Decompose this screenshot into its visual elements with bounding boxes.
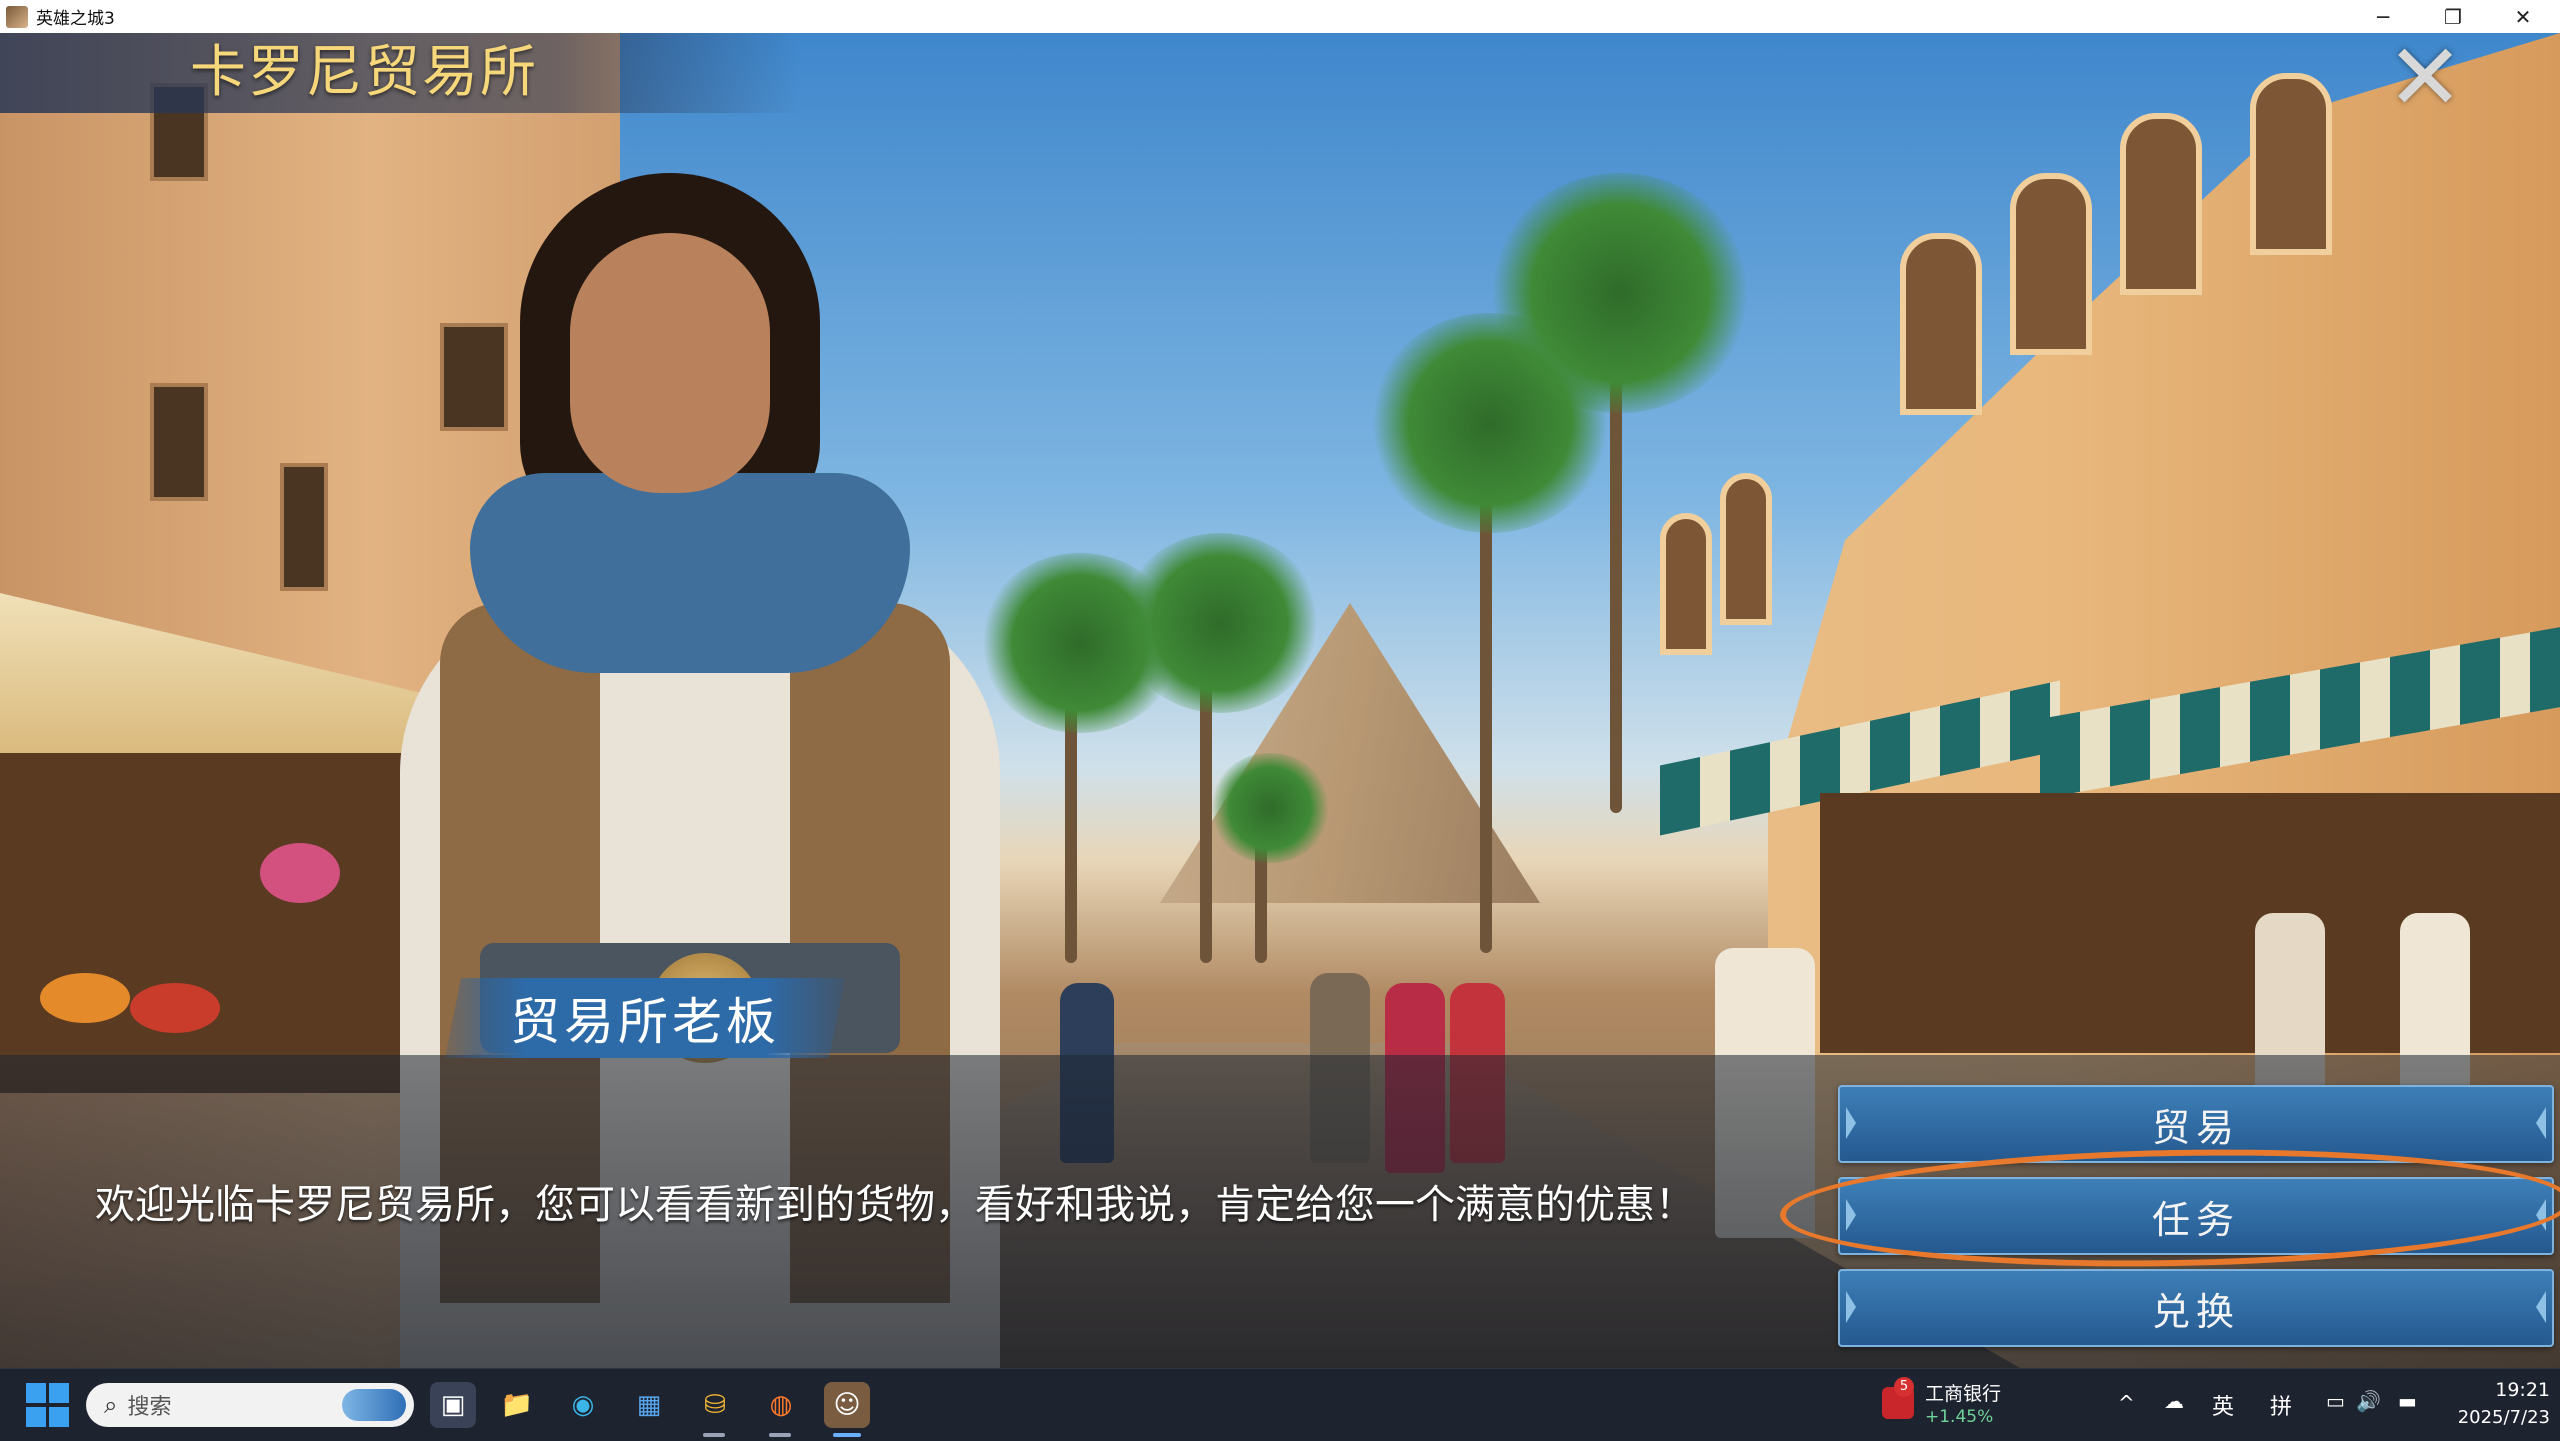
- battery-icon[interactable]: ▬: [2398, 1389, 2417, 1413]
- active-app-indicator: [833, 1433, 861, 1437]
- window-titlebar: 英雄之城3 ─ ❐ ✕: [0, 0, 2560, 34]
- windows-start-icon[interactable]: [24, 1382, 70, 1428]
- taskbar: ⌕ 搜索 ▣ 📁 ◉ ▦ ⛁ ◍ ☺ 5 工商银行 +1.45% ^ ☁ 英 拼…: [0, 1368, 2560, 1441]
- location-banner: 卡罗尼贸易所: [0, 33, 800, 113]
- clock-time[interactable]: 19:21: [2480, 1379, 2550, 1401]
- location-title: 卡罗尼贸易所: [190, 40, 538, 105]
- search-highlight-icon: [342, 1389, 406, 1421]
- edge-icon[interactable]: ◉: [560, 1382, 606, 1428]
- speaker-name: 贸易所老板: [510, 993, 780, 1051]
- file-explorer-icon[interactable]: 📁: [494, 1382, 540, 1428]
- window-title: 英雄之城3: [36, 9, 115, 29]
- network-icon[interactable]: ▭: [2326, 1389, 2345, 1413]
- search-icon: ⌕: [104, 1391, 118, 1419]
- cloud-icon[interactable]: ☁: [2164, 1389, 2184, 1413]
- microsoft-store-icon[interactable]: ▦: [626, 1382, 672, 1428]
- exchange-button-label: 兑换: [2151, 1289, 2240, 1334]
- stock-change: +1.45%: [1925, 1407, 1994, 1427]
- close-dialog-button[interactable]: ✕: [2380, 24, 2470, 131]
- exchange-button[interactable]: 兑换: [1838, 1269, 2554, 1347]
- running-indicator: [769, 1433, 791, 1437]
- game-app-icon[interactable]: ⛁: [692, 1382, 738, 1428]
- stock-name[interactable]: 工商银行: [1925, 1379, 2001, 1406]
- hero-city-app-icon[interactable]: ☺: [824, 1382, 870, 1428]
- running-indicator: [703, 1433, 725, 1437]
- trade-button-label: 贸易: [2151, 1105, 2240, 1150]
- ime-mode[interactable]: 拼: [2270, 1389, 2292, 1421]
- window-close-button[interactable]: ✕: [2488, 0, 2558, 33]
- close-icon: ✕: [2386, 24, 2464, 131]
- stock-badge: 5: [1894, 1377, 1914, 1397]
- dialog-text: 欢迎光临卡罗尼贸易所，您可以看看新到的货物，看好和我说，肯定给您一个满意的优惠！: [95, 1182, 1695, 1228]
- task-view-icon[interactable]: ▣: [430, 1382, 476, 1428]
- volume-icon[interactable]: 🔊: [2356, 1389, 2381, 1413]
- tray-overflow-chevron-icon[interactable]: ^: [2118, 1391, 2135, 1415]
- ime-language[interactable]: 英: [2212, 1389, 2234, 1421]
- app-icon: [6, 5, 28, 28]
- taskbar-search-box[interactable]: ⌕ 搜索: [86, 1383, 414, 1427]
- clock-date[interactable]: 2025/7/23: [2440, 1407, 2550, 1428]
- firefox-icon[interactable]: ◍: [758, 1382, 804, 1428]
- speaker-name-tag: 贸易所老板: [445, 978, 845, 1058]
- search-placeholder: 搜索: [127, 1395, 172, 1420]
